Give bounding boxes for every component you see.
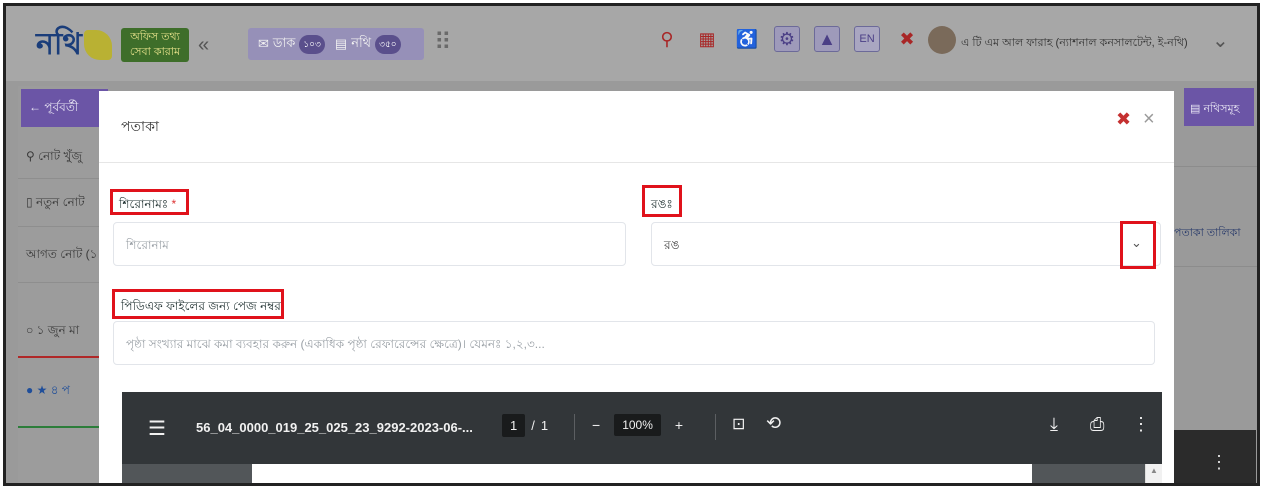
zoom-in-icon[interactable]: + xyxy=(675,417,683,433)
incoming-note-tab[interactable]: আগত নোট (১ xyxy=(26,246,97,266)
highlight-box xyxy=(1120,221,1156,269)
search-note-link[interactable]: ⚲ নোট খুঁজু xyxy=(26,148,82,168)
flag-modal: পতাকা ✖ × শিরোনামঃ * রঙঃ শিরোনাম রঙ ⌄ পি… xyxy=(99,91,1174,483)
nothi-label: নথি xyxy=(351,34,372,50)
divider xyxy=(18,282,108,283)
nothi-list-button[interactable]: ▤ নথিসমূহ xyxy=(1184,88,1254,126)
nothi-tab[interactable]: ▤ নথি ৩৫০ xyxy=(335,34,401,55)
search-icon[interactable]: ⚲ xyxy=(654,26,680,52)
mail-icon: ✉ xyxy=(258,36,269,51)
pdf-toolbar: ☰ 56_04_0000_019_25_025_23_9292-2023-06-… xyxy=(122,392,1162,464)
file-icon: ▤ xyxy=(334,36,348,51)
calendar-icon[interactable]: ▦ xyxy=(694,26,720,52)
nothi-count-badge: ৩৫০ xyxy=(375,34,401,54)
zoom-controls: − 100% + xyxy=(592,414,683,436)
check-icon: ● xyxy=(26,383,37,397)
notification-bell-icon[interactable]: ▲ xyxy=(814,26,840,52)
modal-body: শিরোনামঃ * রঙঃ শিরোনাম রঙ ⌄ পিডিএফ ফাইলে… xyxy=(107,163,1167,483)
mic-muted-icon[interactable]: ✖ xyxy=(1116,109,1131,130)
accessibility-icon[interactable]: ♿ xyxy=(734,26,760,52)
search-note-label: নোট খুঁজু xyxy=(38,149,83,163)
highlight-box xyxy=(112,289,284,319)
green-divider xyxy=(18,426,108,428)
left-sidebar: ← পূর্ববর্তী ⚲ নোট খুঁজু ▯ নতুন নোট আগত … xyxy=(18,86,108,483)
more-options-icon[interactable]: ⋮ xyxy=(1132,414,1150,435)
scroll-up-icon[interactable]: ▲ xyxy=(1150,466,1158,475)
dak-label: ডাক xyxy=(272,34,296,50)
nothi-list-label: নথিসমূহ xyxy=(1203,103,1240,115)
dak-tab[interactable]: ✉ ডাক ১০৩ xyxy=(258,34,325,55)
radio-icon[interactable]: ○ xyxy=(26,323,37,337)
mic-muted-icon[interactable]: ✖ xyxy=(894,26,920,52)
file-icon: ▤ xyxy=(1190,103,1204,115)
total-pages: 1 xyxy=(540,418,549,433)
print-icon[interactable]: ⎙ xyxy=(1090,414,1104,435)
back-label: পূর্ববর্তী xyxy=(44,100,79,114)
zoom-out-icon[interactable]: − xyxy=(592,417,600,433)
app-logo[interactable]: নথি xyxy=(36,24,128,66)
star-icon[interactable]: ★ xyxy=(37,383,51,397)
zoom-level-input[interactable]: 100% xyxy=(614,414,661,436)
note-item[interactable]: ○ ১ জুন মা xyxy=(26,322,79,342)
title-input[interactable]: শিরোনাম xyxy=(113,222,626,266)
back-button[interactable]: ← পূর্ববর্তী xyxy=(21,89,108,127)
new-note-label: নতুন নোট xyxy=(35,195,85,209)
modal-title: পতাকা xyxy=(121,118,159,134)
chevron-down-icon[interactable]: ⌄ xyxy=(1212,28,1229,53)
new-note-button[interactable]: ▯ নতুন নোট xyxy=(26,194,85,214)
current-page-input[interactable]: 1 xyxy=(502,414,526,437)
pdf-file-name: 56_04_0000_019_25_025_23_9292-2023-06-..… xyxy=(196,420,473,435)
close-icon[interactable]: × xyxy=(1143,108,1155,131)
page-indicator: 1 / 1 xyxy=(502,414,548,437)
modal-header: পতাকা ✖ × xyxy=(99,91,1174,163)
divider xyxy=(18,178,108,179)
language-toggle[interactable]: EN xyxy=(854,26,880,52)
divider xyxy=(715,414,716,440)
document-icon: ▯ xyxy=(26,195,36,209)
fit-page-icon[interactable]: ⊡ xyxy=(732,414,745,434)
search-icon: ⚲ xyxy=(26,149,39,163)
user-name[interactable]: এ টি এম আল ফারাহ (ন্যাশনাল কনসালটেন্ট, ই… xyxy=(961,34,1188,53)
toolbar-icons: ⚲ ▦ ♿ ⚙ ▲ EN ✖ xyxy=(654,26,920,52)
page-separator: / xyxy=(531,418,535,433)
settings-gear-icon[interactable]: ⚙ xyxy=(774,26,800,52)
dak-count-badge: ১০৩ xyxy=(299,34,325,54)
page-number-input[interactable]: পৃষ্ঠা সংখ্যার মাঝে কমা ব্যবহার করুন (এক… xyxy=(113,321,1155,365)
arrow-left-icon: ← xyxy=(29,100,45,114)
highlight-box xyxy=(110,189,189,215)
office-info-button[interactable]: অফিস তথ্য সেবা কারাম xyxy=(121,28,189,62)
top-navbar: নথি অফিস তথ্য সেবা কারাম « ✉ ডাক ১০৩ ▤ ন… xyxy=(6,6,1257,81)
red-divider xyxy=(18,356,108,358)
flag-list-link[interactable]: পতাকা তালিকা xyxy=(1174,224,1241,243)
user-avatar[interactable] xyxy=(928,26,956,54)
note-item-label: ১ জুন মা xyxy=(36,323,80,337)
color-select[interactable]: রঙ xyxy=(651,222,1161,266)
menu-icon[interactable]: ☰ xyxy=(148,416,166,441)
pdf-viewer: ☰ 56_04_0000_019_25_025_23_9292-2023-06-… xyxy=(122,392,1162,483)
logo-text: নথি xyxy=(36,26,82,62)
module-switcher: ✉ ডাক ১০৩ ▤ নথি ৩৫০ xyxy=(248,28,424,60)
download-icon[interactable]: ⤓ xyxy=(1050,414,1058,435)
more-options-icon[interactable]: ⋮ xyxy=(1166,430,1256,483)
pdf-page xyxy=(252,464,1032,483)
divider xyxy=(574,414,575,440)
rotate-icon[interactable]: ⟲ xyxy=(766,413,781,434)
highlight-box xyxy=(642,185,682,217)
note-item-flagged[interactable]: ● ★ ৪ প xyxy=(26,382,70,402)
apps-grid-icon[interactable]: ⠿ xyxy=(434,28,452,57)
collapse-sidebar-icon[interactable]: « xyxy=(198,34,209,57)
divider xyxy=(18,226,108,227)
note-item-label: ৪ প xyxy=(50,383,70,397)
logo-leaf-icon xyxy=(83,30,112,60)
scrollbar[interactable]: ▲ xyxy=(1145,464,1162,483)
screenshot-frame: নথি অফিস তথ্য সেবা কারাম « ✉ ডাক ১০৩ ▤ ন… xyxy=(3,3,1260,486)
